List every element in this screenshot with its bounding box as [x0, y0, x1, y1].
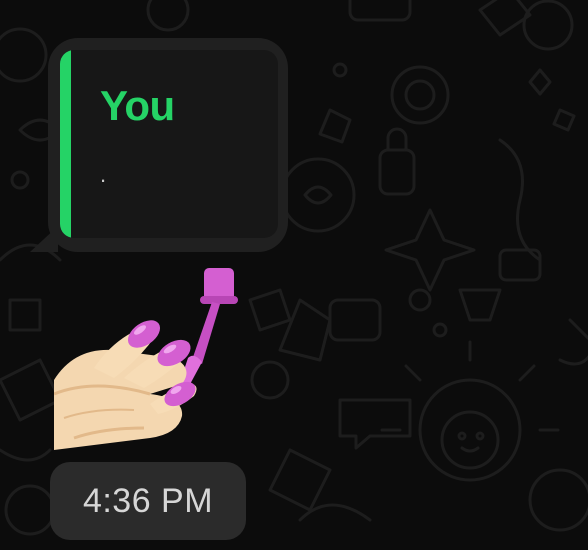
- quoted-text: .: [100, 162, 107, 187]
- quoted-message[interactable]: You .: [60, 50, 278, 238]
- timestamp-text: 4:36 PM: [82, 481, 214, 520]
- hand-icon: [54, 320, 197, 450]
- quoted-author: You: [100, 82, 175, 129]
- nail-polish-sticker[interactable]: [54, 268, 244, 450]
- timestamp-badge: 4:36 PM: [50, 462, 246, 540]
- nail-polish-bottle-icon: [181, 268, 238, 388]
- quote-accent-bar: [60, 50, 71, 238]
- bubble-tail: [30, 226, 58, 252]
- chat-window: You . 4:36 PM: [0, 0, 588, 550]
